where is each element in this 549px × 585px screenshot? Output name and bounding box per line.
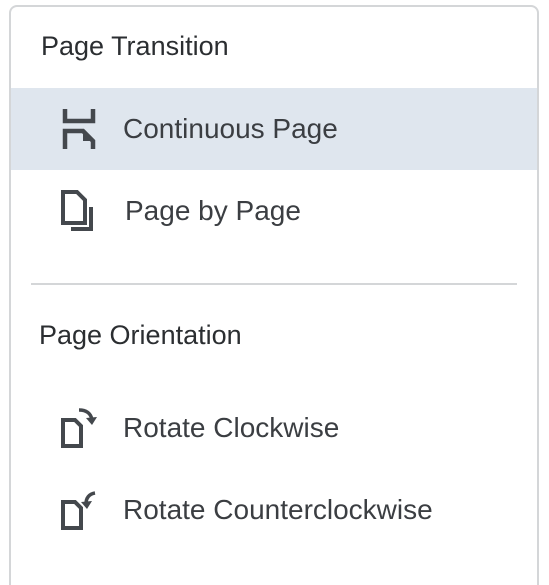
menu-item-label: Page by Page <box>125 195 301 226</box>
continuous-page-icon <box>49 88 109 170</box>
menu-item-label: Rotate Clockwise <box>123 412 340 443</box>
page-orientation-heading: Page Orientation <box>39 320 242 350</box>
menu-item-label: Continuous Page <box>123 113 338 144</box>
menu-item-rotate-clockwise[interactable]: Rotate Clockwise <box>11 387 537 469</box>
menu-item-page-by-page[interactable]: Page by Page <box>11 170 537 252</box>
menu-item-label: Rotate Counterclockwise <box>123 494 433 525</box>
view-controls-menu: Page Transition Continuous Page Page by … <box>9 5 539 585</box>
menu-item-continuous-page[interactable]: Continuous Page <box>11 88 537 170</box>
page-transition-heading: Page Transition <box>41 31 229 61</box>
section-divider <box>31 283 517 285</box>
page-by-page-icon <box>49 170 109 252</box>
rotate-counterclockwise-icon <box>49 469 109 551</box>
menu-item-rotate-counterclockwise[interactable]: Rotate Counterclockwise <box>11 469 537 551</box>
rotate-clockwise-icon <box>49 387 109 469</box>
